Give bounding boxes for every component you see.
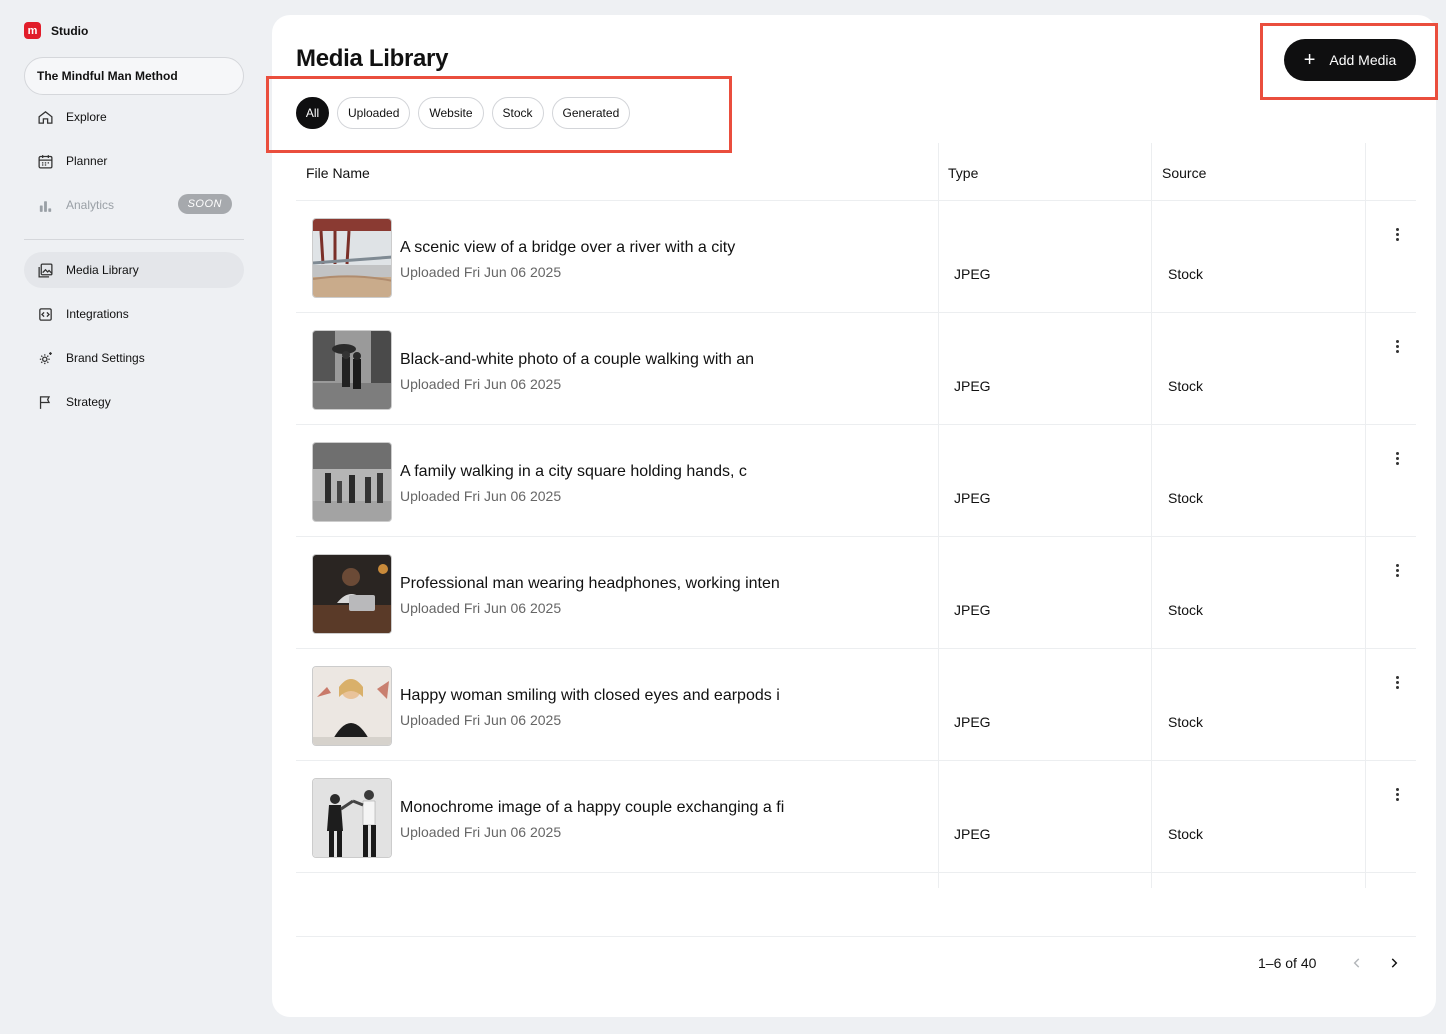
workspace-selector[interactable]: The Mindful Man Method (24, 57, 244, 95)
more-vertical-icon[interactable] (1388, 225, 1406, 243)
column-header-source[interactable]: Source (1162, 165, 1206, 181)
bar-chart-icon (36, 196, 54, 214)
highlight-box-filters (266, 76, 732, 153)
file-upload-date: Uploaded Fri Jun 06 2025 (400, 264, 562, 280)
file-source: Stock (1168, 378, 1204, 394)
file-type: JPEG (954, 826, 991, 842)
file-upload-date: Uploaded Fri Jun 06 2025 (400, 824, 562, 840)
thumbnail-woman-smiling[interactable] (312, 666, 392, 746)
sidebar-item-label: Integrations (66, 307, 129, 321)
sidebar-item-label: Strategy (66, 395, 111, 409)
sidebar-item-strategy[interactable]: Strategy (24, 384, 244, 420)
file-type: JPEG (954, 602, 991, 618)
file-source: Stock (1168, 266, 1204, 282)
sidebar-item-label: Analytics (66, 198, 115, 212)
file-title: Happy woman smiling with closed eyes and… (400, 687, 780, 704)
table-row[interactable]: Monochrome image of a happy couple excha… (296, 761, 1416, 873)
sidebar-item-planner[interactable]: Planner (24, 143, 244, 179)
file-type: JPEG (954, 714, 991, 730)
column-header-type[interactable]: Type (948, 165, 978, 181)
thumbnail-man-headphones[interactable] (312, 554, 392, 634)
more-vertical-icon[interactable] (1388, 673, 1406, 691)
thumbnail-family-walking[interactable] (312, 442, 392, 522)
flag-icon (36, 393, 54, 411)
column-header-file-name[interactable]: File Name (306, 165, 370, 181)
thumbnail-bridge[interactable] (312, 218, 392, 298)
code-plug-icon (36, 305, 54, 323)
media-table: File Name Type Source A scenic view of a… (296, 143, 1416, 888)
file-upload-date: Uploaded Fri Jun 06 2025 (400, 376, 562, 392)
file-title: A family walking in a city square holdin… (400, 463, 747, 480)
home-icon (36, 108, 54, 126)
gear-sparkle-icon (36, 349, 54, 367)
file-title: Black-and-white photo of a couple walkin… (400, 351, 754, 368)
sidebar: m Studio The Mindful Man Method Explore … (0, 0, 262, 1034)
brand-logo: m (24, 22, 41, 39)
more-vertical-icon[interactable] (1388, 785, 1406, 803)
sidebar-item-label: Explore (66, 110, 107, 124)
thumbnail-couple-fist-bump[interactable] (312, 778, 392, 858)
more-vertical-icon[interactable] (1388, 337, 1406, 355)
sidebar-divider (24, 239, 244, 240)
sidebar-item-label: Planner (66, 154, 108, 168)
file-title: A scenic view of a bridge over a river w… (400, 239, 736, 256)
sidebar-item-media-library[interactable]: Media Library (24, 252, 244, 288)
table-row[interactable]: Happy woman smiling with closed eyes and… (296, 649, 1416, 761)
sidebar-item-brand-settings[interactable]: Brand Settings (24, 340, 244, 376)
more-vertical-icon[interactable] (1388, 561, 1406, 579)
table-row[interactable]: Professional man wearing headphones, wor… (296, 537, 1416, 649)
image-gallery-icon (36, 261, 54, 279)
chevron-left-icon[interactable] (1345, 951, 1369, 975)
thumbnail-couple-walking[interactable] (312, 330, 392, 410)
sidebar-item-explore[interactable]: Explore (24, 99, 244, 135)
table-footer-divider (296, 936, 1416, 937)
chevron-right-icon[interactable] (1382, 951, 1406, 975)
more-vertical-icon[interactable] (1388, 449, 1406, 467)
file-source: Stock (1168, 490, 1204, 506)
page-title: Media Library (296, 45, 449, 72)
file-source: Stock (1168, 826, 1204, 842)
table-row[interactable]: Black-and-white photo of a couple walkin… (296, 313, 1416, 425)
brand-name: Studio (51, 23, 89, 38)
sidebar-item-integrations[interactable]: Integrations (24, 296, 244, 332)
file-source: Stock (1168, 602, 1204, 618)
file-title: Monochrome image of a happy couple excha… (400, 799, 785, 816)
file-type: JPEG (954, 266, 991, 282)
file-title: Professional man wearing headphones, wor… (400, 575, 780, 592)
file-upload-date: Uploaded Fri Jun 06 2025 (400, 488, 562, 504)
sidebar-item-label: Media Library (66, 263, 139, 277)
soon-badge: SOON (177, 194, 232, 214)
sidebar-item-label: Brand Settings (66, 351, 145, 365)
calendar-icon (36, 152, 54, 170)
brand[interactable]: m Studio (24, 22, 88, 39)
main-panel: Media Library All Uploaded Website Stock… (272, 15, 1436, 1017)
table-row[interactable]: A family walking in a city square holdin… (296, 425, 1416, 537)
file-upload-date: Uploaded Fri Jun 06 2025 (400, 712, 562, 728)
file-source: Stock (1168, 714, 1204, 730)
file-type: JPEG (954, 490, 991, 506)
file-type: JPEG (954, 378, 991, 394)
table-row[interactable]: A scenic view of a bridge over a river w… (296, 201, 1416, 313)
highlight-box-add-media (1260, 23, 1438, 100)
file-upload-date: Uploaded Fri Jun 06 2025 (400, 600, 562, 616)
sidebar-item-analytics: Analytics SOON (24, 187, 244, 223)
pagination-range: 1–6 of 40 (1258, 955, 1317, 971)
